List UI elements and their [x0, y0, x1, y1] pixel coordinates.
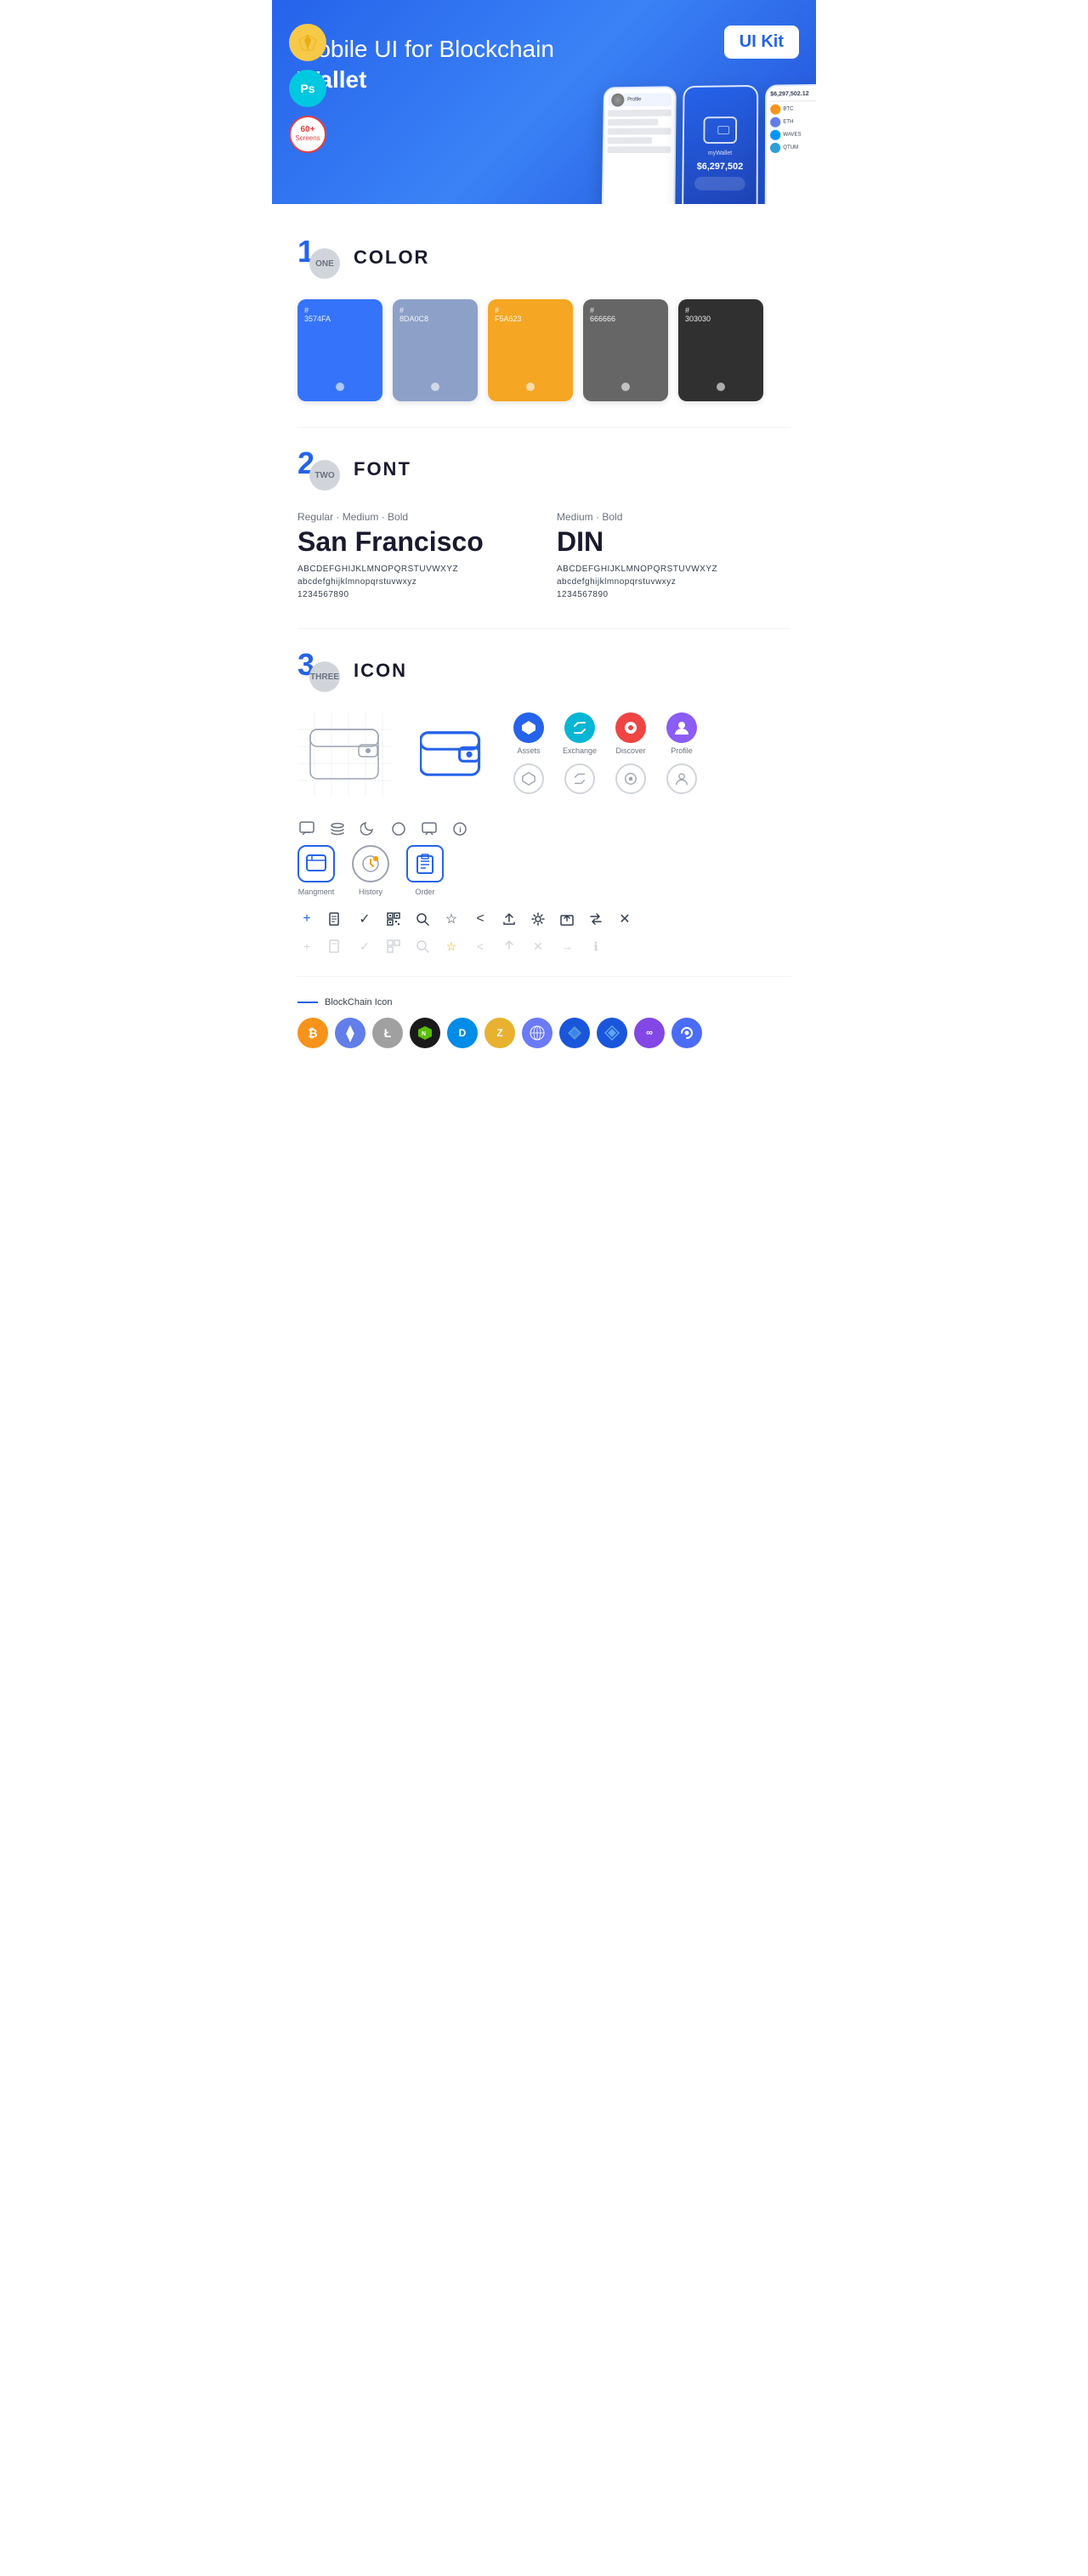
- hero-badges: Ps 60+Screens: [289, 24, 326, 153]
- swap-icon: [586, 910, 605, 928]
- main-content: 1 ONE COLOR #3574FA #8DA0C8 #F5A623 #666…: [272, 204, 816, 1099]
- swatch-dark-gray: #666666: [583, 299, 668, 401]
- font-section-header: 2 TWO FONT: [298, 448, 790, 491]
- font-sf: Regular · Medium · Bold San Francisco AB…: [298, 511, 531, 603]
- nav-icons-group: Assets Exchange Discover: [510, 712, 700, 803]
- font-section-title: FONT: [354, 458, 411, 480]
- band-icon: [672, 1018, 702, 1048]
- bitcoin-icon: ₿: [298, 1018, 328, 1048]
- arrow-ghost: →: [558, 937, 576, 956]
- utility-icons-ghost: + ✓ ☆ < ✕ → ℹ: [298, 937, 790, 956]
- phone-left: Profile: [602, 86, 677, 204]
- check-ghost: ✓: [355, 937, 374, 956]
- qr-ghost: [384, 937, 403, 956]
- svg-text:i: i: [459, 826, 462, 834]
- nav-icon-discover: Discover: [612, 712, 649, 755]
- message-icon: [420, 820, 439, 838]
- nav-icon-discover-ghost: [612, 763, 649, 794]
- grid-icon-crypto: [522, 1018, 552, 1048]
- mgmt-history: History: [352, 845, 389, 896]
- litecoin-icon: Ł: [372, 1018, 403, 1048]
- ps-badge: Ps: [289, 70, 326, 107]
- share-icon: [500, 910, 518, 928]
- chevron-ghost: <: [471, 937, 490, 956]
- ui-kit-badge: UI Kit: [724, 26, 799, 59]
- hero-title: Mobile UI for Blockchain Wallet: [298, 34, 570, 96]
- color-section-title: COLOR: [354, 247, 429, 269]
- nav-icon-exchange-ghost: [561, 763, 598, 794]
- section-number-1: 1 ONE: [298, 236, 340, 279]
- zcash-icon: Z: [484, 1018, 515, 1048]
- phone-right: $6,297,502.12 BTC +2.4% ETH +1.2% WAVES …: [765, 84, 816, 204]
- section-number-3: 3 THREE: [298, 650, 340, 692]
- nav-icon-exchange: Exchange: [561, 712, 598, 755]
- mgmt-management: Mangment: [298, 845, 335, 896]
- color-section-header: 1 ONE COLOR: [298, 236, 790, 279]
- crypto-icons: ₿ ⧫ Ł N D Z ∞: [298, 1018, 790, 1048]
- document-list-icon: [326, 910, 345, 928]
- chat-icon: [298, 820, 316, 838]
- circle-icon: [389, 820, 408, 838]
- swatch-orange: #F5A623: [488, 299, 573, 401]
- dash-icon: D: [447, 1018, 478, 1048]
- check-icon: ✓: [355, 910, 374, 928]
- nav-icon-profile: Profile: [663, 712, 700, 755]
- swatch-gray-blue: #8DA0C8: [393, 299, 478, 401]
- font-din: Medium · Bold DIN ABCDEFGHIJKLMNOPQRSTUV…: [557, 511, 790, 603]
- close-ghost: ✕: [529, 937, 547, 956]
- utility-icons-active: + ✓ ☆ < ✕: [298, 910, 790, 928]
- phone-mockups: Profile myWallet $6,297,502 $6,297,5: [602, 84, 816, 204]
- star-ghost: ☆: [442, 937, 461, 956]
- section-number-2: 2 TWO: [298, 448, 340, 491]
- stratis-icon: [597, 1018, 627, 1048]
- icon-section-header: 3 THREE ICON: [298, 650, 790, 692]
- waves-icon: [559, 1018, 590, 1048]
- close-icon: ✕: [615, 910, 634, 928]
- mgmt-order: Order: [406, 845, 444, 896]
- swatch-blue: #3574FA: [298, 299, 382, 401]
- share-ghost: [500, 937, 518, 956]
- screens-badge: 60+Screens: [289, 116, 326, 153]
- small-icons-row: i: [298, 820, 790, 838]
- star-icon: ☆: [442, 910, 461, 928]
- phone-middle: myWallet $6,297,502: [682, 85, 758, 204]
- chevron-left-icon: <: [471, 910, 490, 928]
- moon-icon: [359, 820, 377, 838]
- document-ghost: [326, 937, 345, 956]
- search-ghost: [413, 937, 432, 956]
- nav-icon-profile-ghost: [663, 763, 700, 794]
- plus-icon: +: [298, 910, 316, 928]
- neo-icon: N: [410, 1018, 440, 1048]
- matic-icon: ∞: [634, 1018, 665, 1048]
- nav-icon-assets-ghost: [510, 763, 547, 794]
- icon-section: Assets Exchange Discover: [298, 712, 790, 1048]
- qr-icon: [384, 910, 403, 928]
- font-section: Regular · Medium · Bold San Francisco AB…: [298, 511, 790, 603]
- hero-section: Ps 60+Screens Mobile UI for Blockchain W…: [272, 0, 816, 204]
- stack-icon: [328, 820, 347, 838]
- swatch-black: #303030: [678, 299, 763, 401]
- blockchain-icon-label: BlockChain Icon: [298, 997, 790, 1007]
- nav-icon-assets: Assets: [510, 712, 547, 755]
- info-ghost: ℹ: [586, 937, 605, 956]
- wallet-icon-colored: [408, 712, 493, 789]
- info-icon: i: [450, 820, 469, 838]
- search-icon: [413, 910, 432, 928]
- mgmt-icons-row: Mangment History Order: [298, 845, 790, 896]
- color-swatches: #3574FA #8DA0C8 #F5A623 #666666 #303030: [298, 299, 790, 401]
- wallet-icon-showcase: Assets Exchange Discover: [298, 712, 790, 803]
- svg-text:N: N: [422, 1031, 426, 1037]
- upload-box-icon: [558, 910, 576, 928]
- settings-icon: [529, 910, 547, 928]
- ethereum-icon: ⧫: [335, 1018, 366, 1048]
- plus-ghost: +: [298, 937, 316, 956]
- wallet-wireframe: [298, 712, 391, 797]
- icon-section-title: ICON: [354, 660, 407, 682]
- sketch-badge: [289, 24, 326, 61]
